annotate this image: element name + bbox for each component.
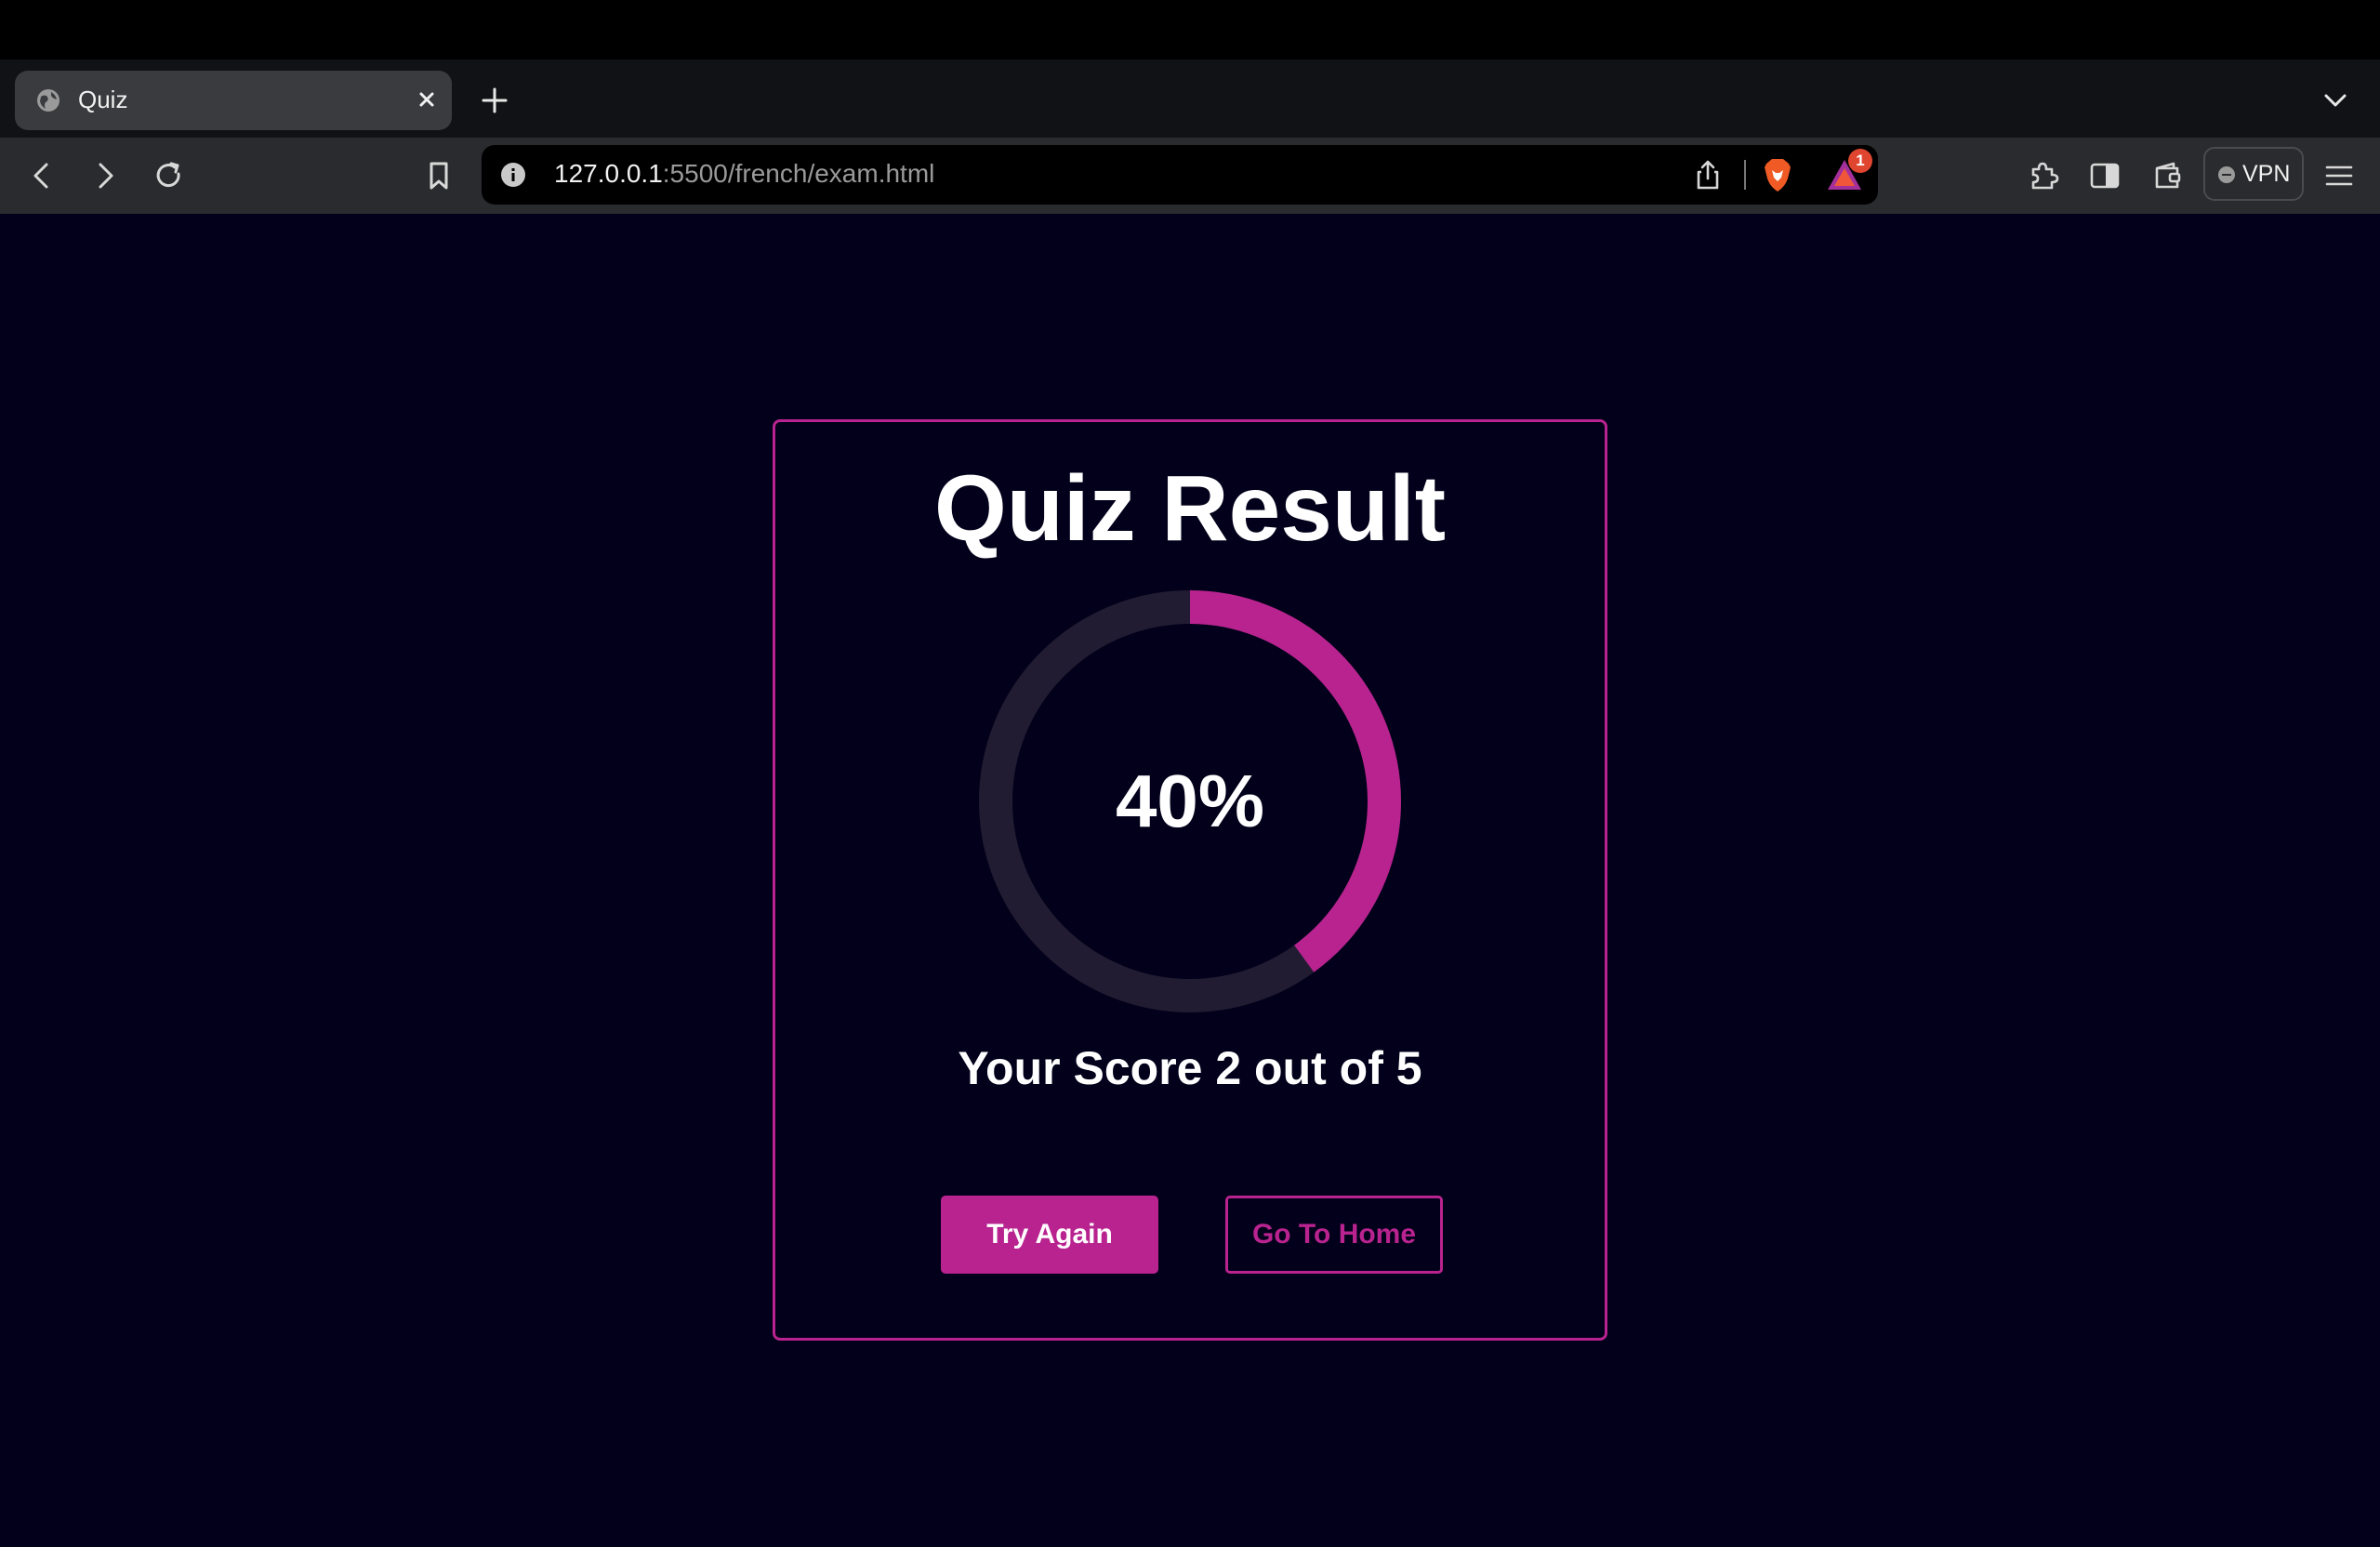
url-host: 127.0.0.1 bbox=[554, 159, 663, 188]
quiz-result-card: Quiz Result 40% Your Score 2 out of 5 Tr… bbox=[773, 419, 1607, 1341]
sidebar-toggle-icon[interactable] bbox=[2086, 157, 2123, 194]
reload-icon[interactable] bbox=[151, 157, 188, 194]
omnibox-divider bbox=[1744, 160, 1746, 190]
wallet-icon[interactable] bbox=[2149, 157, 2187, 194]
chevron-down-icon[interactable] bbox=[2317, 84, 2354, 117]
tab-title: Quiz bbox=[78, 86, 128, 113]
close-tab-icon[interactable] bbox=[413, 86, 441, 113]
bookmark-icon[interactable] bbox=[420, 157, 457, 194]
tab-bar: Quiz bbox=[0, 60, 2380, 138]
vpn-status-icon bbox=[2218, 166, 2235, 183]
score-text: Your Score 2 out of 5 bbox=[958, 1042, 1422, 1094]
result-title: Quiz Result bbox=[933, 456, 1447, 561]
browser-toolbar: 127.0.0.1:5500/french/exam.html 1 VPN bbox=[0, 138, 2380, 214]
vpn-label: VPN bbox=[2242, 161, 2291, 187]
brave-shields-icon[interactable] bbox=[1761, 156, 1794, 193]
notification-badge: 1 bbox=[1848, 149, 1872, 173]
back-icon[interactable] bbox=[24, 157, 61, 194]
site-info-icon[interactable] bbox=[500, 162, 526, 188]
globe-icon bbox=[37, 89, 60, 112]
share-icon[interactable] bbox=[1692, 158, 1724, 192]
window-top-strip bbox=[0, 0, 2380, 60]
forward-icon[interactable] bbox=[86, 157, 123, 194]
vpn-button[interactable]: VPN bbox=[2203, 147, 2304, 201]
new-tab-icon[interactable] bbox=[476, 82, 513, 119]
address-bar[interactable]: 127.0.0.1:5500/french/exam.html 1 bbox=[482, 145, 1878, 205]
score-percent: 40% bbox=[1115, 760, 1265, 842]
go-to-home-button[interactable]: Go To Home bbox=[1225, 1196, 1443, 1274]
menu-icon[interactable] bbox=[2320, 157, 2358, 194]
url-path: :5500/french/exam.html bbox=[662, 159, 935, 188]
url-text[interactable]: 127.0.0.1:5500/french/exam.html bbox=[554, 159, 934, 189]
extensions-icon[interactable] bbox=[2025, 157, 2062, 194]
tab-quiz[interactable]: Quiz bbox=[15, 71, 452, 130]
try-again-button[interactable]: Try Again bbox=[941, 1196, 1158, 1274]
